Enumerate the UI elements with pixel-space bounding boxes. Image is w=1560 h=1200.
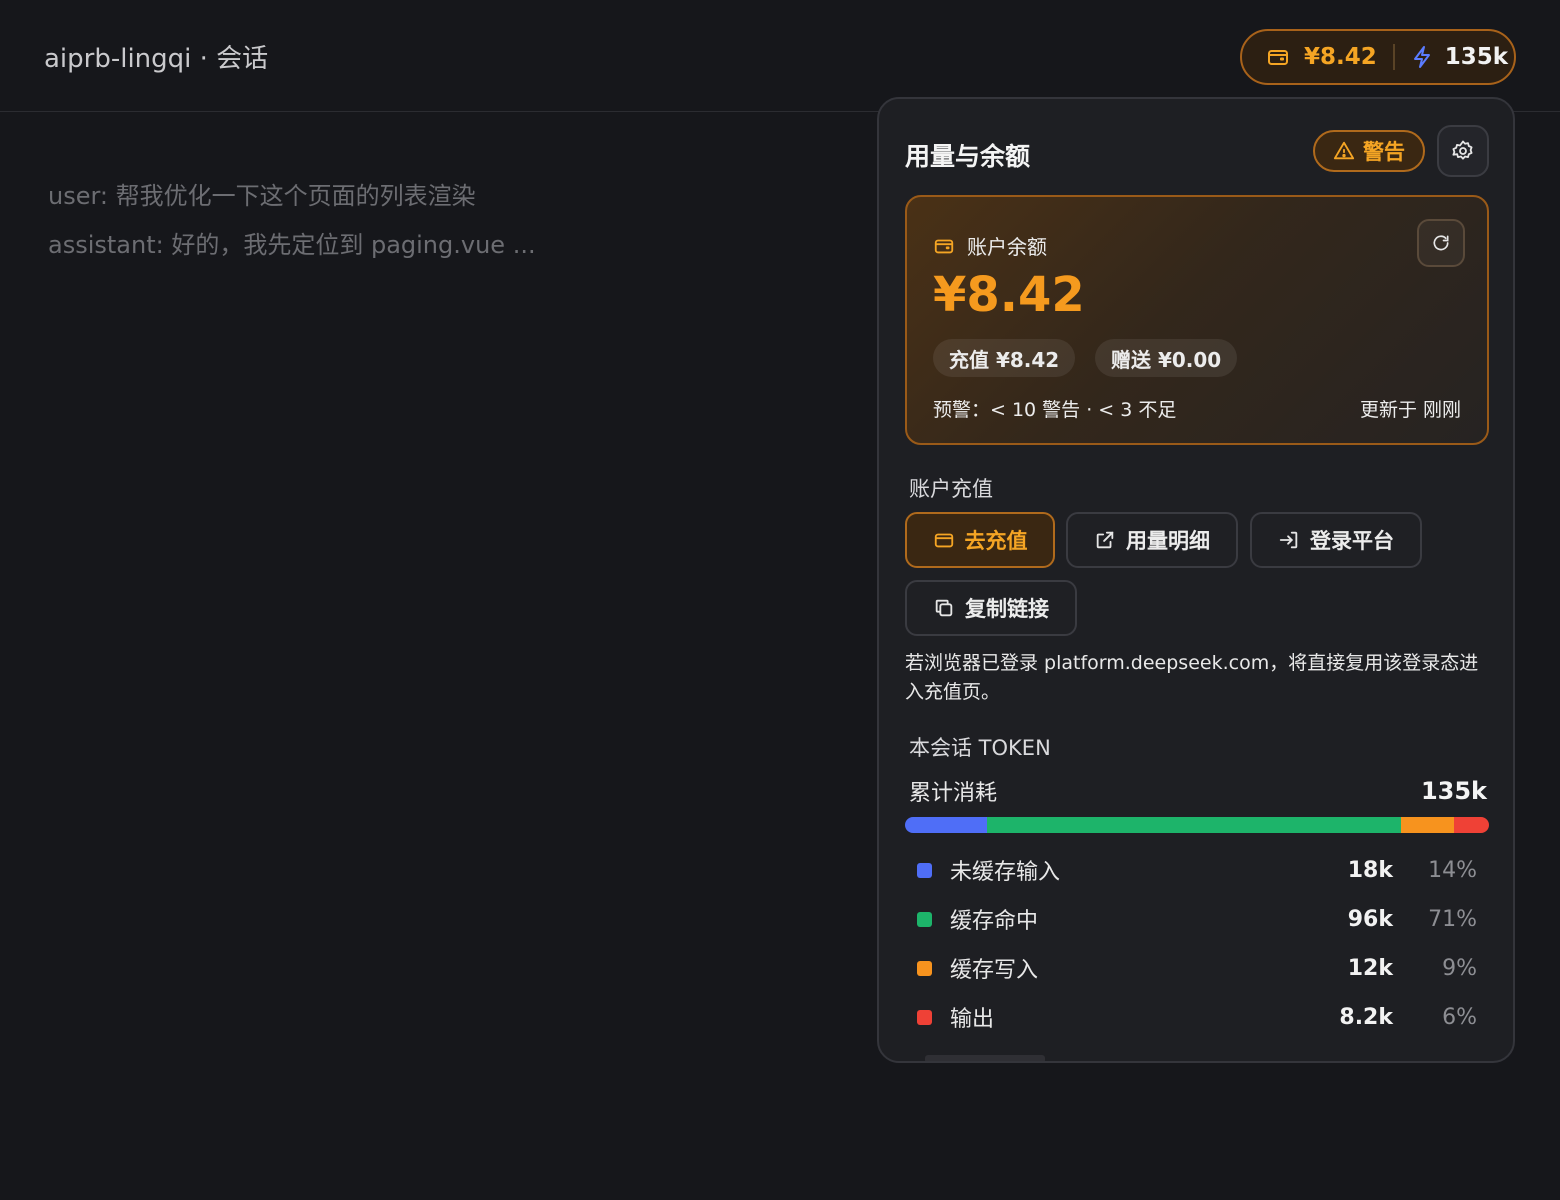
chip-divider <box>1392 44 1395 70</box>
token-total-label: 累计消耗 <box>909 781 998 806</box>
topup-button-label: 去充值 <box>964 529 1028 553</box>
legend-name: 输出 <box>950 1007 995 1032</box>
message-user: user: 帮我优化一下这个页面的列表渲染 <box>48 182 476 210</box>
legend-percent: 71% <box>1428 906 1477 932</box>
usage-details-button[interactable]: 用量明细 <box>1066 512 1238 568</box>
legend-color-dot <box>917 960 932 976</box>
legend-color-dot <box>917 862 932 878</box>
usage-bar-segment <box>1453 817 1489 833</box>
message-assistant: assistant: 好的，我先定位到 paging.vue ... <box>48 231 536 259</box>
wallet-icon <box>933 529 955 551</box>
legend-color-dot <box>917 911 932 927</box>
gear-icon <box>1451 139 1475 163</box>
legend-value: 8.2k <box>1339 1004 1393 1030</box>
legend-name: 缓存命中 <box>950 909 1039 934</box>
usage-bar-segment <box>905 817 987 833</box>
legend-percent: 9% <box>1442 955 1477 981</box>
usage-bar-segment <box>986 817 1402 833</box>
recharge-section-label: 账户充值 <box>909 477 993 501</box>
external-link-icon <box>1094 529 1116 551</box>
chip-tokens: 135k <box>1444 44 1509 70</box>
topup-pill: 充值 ¥8.42 <box>933 339 1076 377</box>
token-legend-row: 缓存命中 96k 71% <box>917 899 1477 939</box>
login-platform-button[interactable]: 登录平台 <box>1250 512 1422 568</box>
legend-name: 缓存写入 <box>950 958 1039 983</box>
threshold-text: 预警：< 10 警告 · < 3 不足 <box>933 399 1177 421</box>
balance-label-text: 账户余额 <box>967 235 1047 259</box>
login-icon <box>1278 529 1300 551</box>
chat-transcript: user: 帮我优化一下这个页面的列表渲染 assistant: 好的，我先定位… <box>48 172 536 270</box>
legend-percent: 14% <box>1428 857 1477 883</box>
legend-name: 未缓存输入 <box>950 860 1061 885</box>
balance-label: 账户余额 <box>933 231 1047 260</box>
recharge-hint: 若浏览器已登录 platform.deepseek.com，将直接复用该登录态进… <box>905 652 1479 703</box>
window-title: aiprb-lingqi · 会话 <box>44 44 269 74</box>
legend-value: 12k <box>1347 955 1393 981</box>
token-total-row: 累计消耗 135k <box>909 775 1487 807</box>
chip-balance: ¥8.42 <box>1304 44 1377 70</box>
popover-title: 用量与余额 <box>905 142 1031 171</box>
token-total-value: 135k <box>1420 777 1487 805</box>
legend-color-dot <box>917 1009 932 1025</box>
legend-value: 18k <box>1347 857 1393 883</box>
refresh-icon <box>1431 233 1451 253</box>
token-legend-row: 输出 8.2k 6% <box>917 997 1477 1037</box>
bolt-icon <box>1411 45 1433 69</box>
token-legend-row: 缓存写入 12k 9% <box>917 948 1477 988</box>
login-platform-label: 登录平台 <box>1310 529 1394 553</box>
clipped-content <box>925 1055 1045 1061</box>
balance-amount: ¥8.42 <box>933 267 1085 323</box>
usage-popover: 用量与余额 警告 账户余额 ¥8.42 充值 ¥8.42 赠送 ¥0.00 预警… <box>877 97 1515 1063</box>
legend-percent: 6% <box>1442 1004 1477 1030</box>
token-usage-bar <box>905 817 1489 833</box>
balance-card: 账户余额 ¥8.42 充值 ¥8.42 赠送 ¥0.00 预警：< 10 警告 … <box>905 195 1489 445</box>
wallet-icon <box>933 235 955 257</box>
warning-badge: 警告 <box>1313 130 1425 172</box>
copy-icon <box>933 597 955 619</box>
usage-bar-segment <box>1401 817 1454 833</box>
copy-link-button[interactable]: 复制链接 <box>905 580 1077 636</box>
legend-value: 96k <box>1347 906 1393 932</box>
warning-label: 警告 <box>1363 140 1405 164</box>
wallet-icon <box>1266 45 1290 69</box>
top-bar: aiprb-lingqi · 会话 ¥8.42 135k <box>0 0 1560 112</box>
warning-icon <box>1333 140 1355 162</box>
bonus-pill: 赠送 ¥0.00 <box>1095 339 1238 377</box>
settings-button[interactable] <box>1437 125 1489 177</box>
refresh-button[interactable] <box>1417 219 1465 267</box>
usage-details-label: 用量明细 <box>1126 529 1210 553</box>
topup-button[interactable]: 去充值 <box>905 512 1055 568</box>
token-section-label: 本会话 TOKEN <box>909 736 1051 760</box>
copy-link-label: 复制链接 <box>965 597 1049 621</box>
usage-chip[interactable]: ¥8.42 135k <box>1240 29 1516 85</box>
updated-text: 更新于 刚刚 <box>1359 399 1461 421</box>
token-legend-row: 未缓存输入 18k 14% <box>917 850 1477 890</box>
